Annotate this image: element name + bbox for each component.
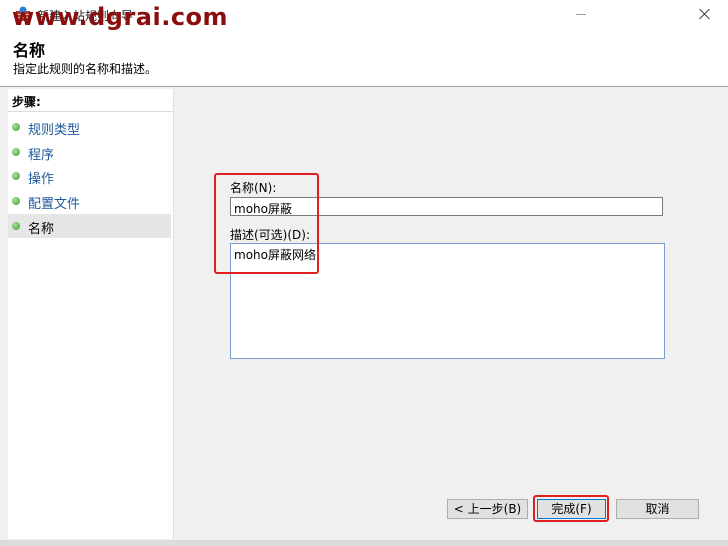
step-rule-type[interactable]: 规则类型 — [8, 115, 171, 139]
step-label: 配置文件 — [28, 197, 81, 212]
right-edge — [718, 89, 728, 540]
sidebar-divider — [173, 89, 174, 539]
step-action[interactable]: 操作 — [8, 164, 171, 188]
annotation-box-fields — [214, 173, 319, 274]
steps-sidebar: 步骤: 规则类型 程序 操作 配置文件 名称 — [8, 89, 173, 539]
step-label: 操作 — [28, 172, 55, 187]
step-status-icon — [12, 172, 20, 180]
step-label: 规则类型 — [28, 123, 81, 138]
page-title: 名称 — [13, 41, 46, 60]
step-profile[interactable]: 配置文件 — [8, 189, 171, 213]
steps-heading: 步骤: — [12, 95, 41, 109]
steps-divider — [8, 111, 173, 112]
step-label: 名称 — [28, 222, 55, 237]
step-status-icon — [12, 222, 20, 230]
annotation-box-finish — [533, 495, 609, 522]
window-bottom-edge — [0, 540, 728, 546]
step-status-icon — [12, 148, 20, 156]
step-status-icon — [12, 123, 20, 131]
step-program[interactable]: 程序 — [8, 140, 171, 164]
back-button[interactable]: < 上一步(B) — [447, 499, 528, 519]
step-status-icon — [12, 197, 20, 205]
close-button[interactable] — [682, 0, 728, 30]
header-divider — [0, 86, 728, 87]
minimize-button[interactable] — [568, 0, 596, 30]
page-subtitle: 指定此规则的名称和描述。 — [13, 62, 158, 76]
step-label: 程序 — [28, 148, 55, 163]
step-name[interactable]: 名称 — [8, 214, 171, 238]
wizard-header: 名称 指定此规则的名称和描述。 — [0, 30, 728, 86]
watermark: www.dgrai.com — [12, 3, 229, 31]
cancel-button[interactable]: 取消 — [616, 499, 699, 519]
